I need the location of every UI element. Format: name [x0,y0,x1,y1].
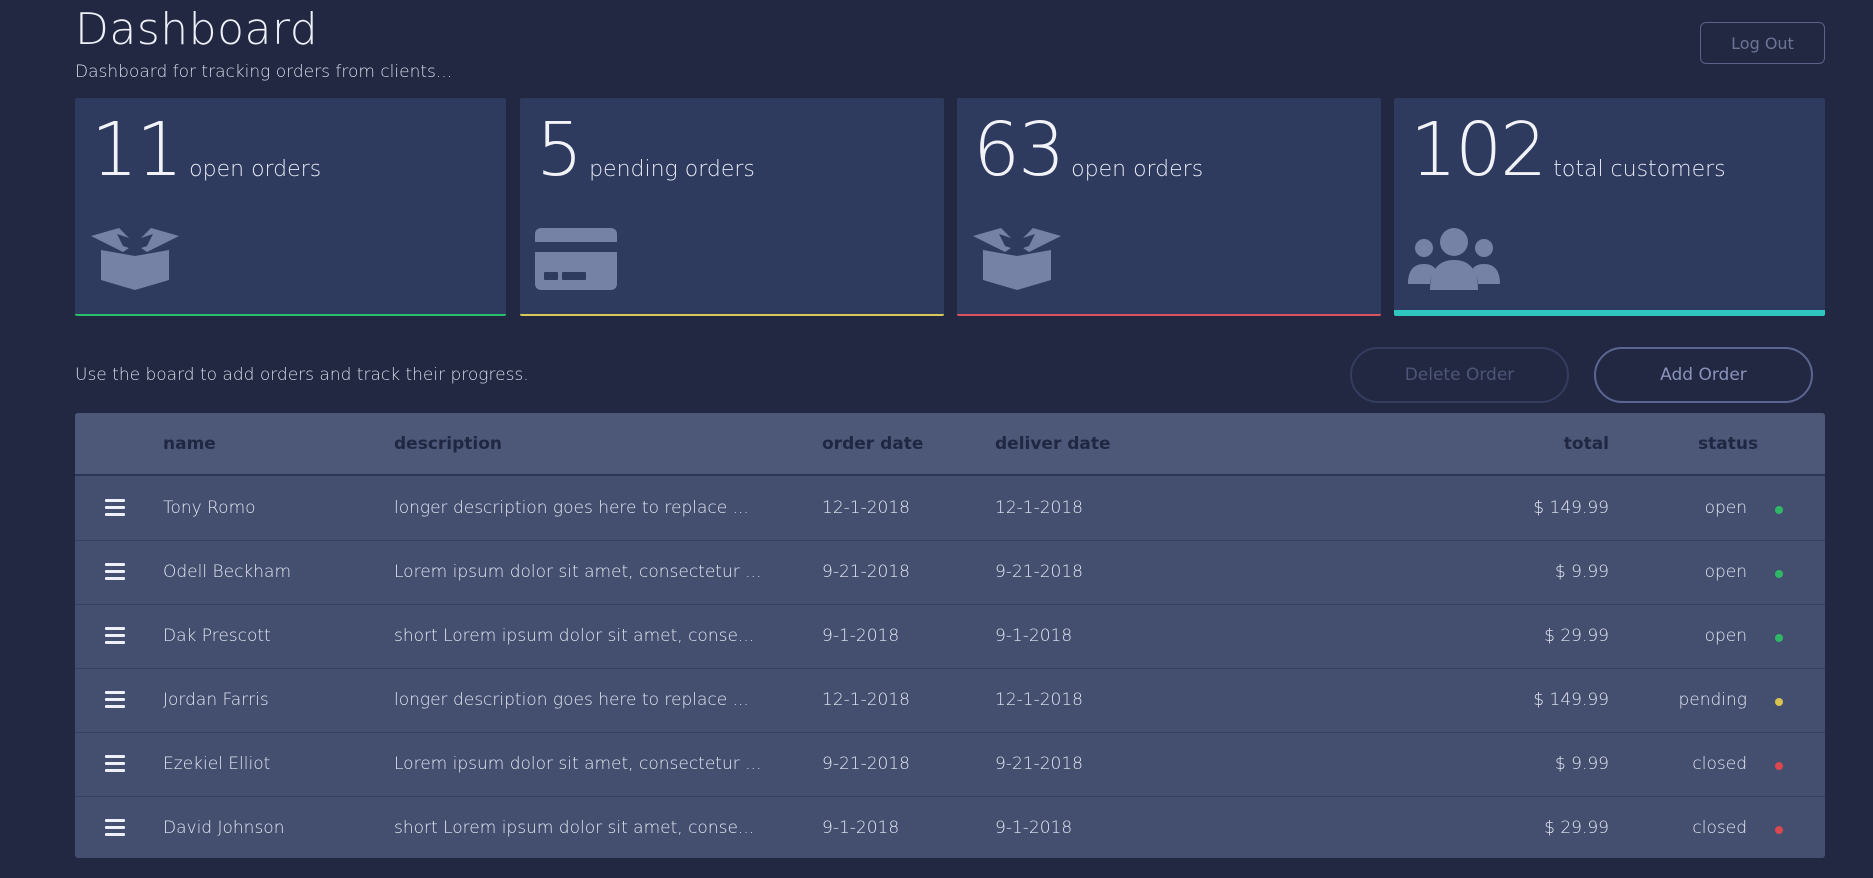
stat-number: 5 [536,107,583,193]
credit-card-icon [534,226,618,296]
cell-total: $ 29.99 [1544,818,1609,838]
table-header: name description order date total delive… [75,413,1825,476]
board-intro-text: Use the board to add orders and track th… [75,365,529,385]
cell-description: longer description goes here to replace … [394,690,749,710]
stats-cards: 11 open orders 5 pending orders 63 open … [75,98,1825,316]
page-title: Dashboard [75,4,319,55]
stat-card-total-customers: 102 total customers [1394,98,1825,316]
cell-name: Ezekiel Elliot [163,754,271,774]
cell-status: open [1704,562,1747,582]
cell-status: open [1704,498,1747,518]
accent-bar [520,314,944,316]
stat-label: open orders [189,157,322,182]
table-row[interactable]: Tony Romo longer description goes here to… [75,477,1825,541]
drag-handle-icon[interactable] [105,691,125,709]
cell-status: closed [1692,818,1747,838]
column-header-status[interactable]: status [1698,434,1758,454]
cell-deliver-date: 12-1-2018 [995,498,1083,518]
stat-number: 102 [1410,107,1547,193]
cell-deliver-date: 12-1-2018 [995,690,1083,710]
cell-name: Odell Beckham [163,562,292,582]
cell-name: Dak Prescott [163,626,271,646]
table-row[interactable]: Odell Beckham Lorem ipsum dolor sit amet,… [75,541,1825,605]
cell-order-date: 9-1-2018 [822,818,900,838]
box-open-icon [971,226,1063,296]
cell-deliver-date: 9-1-2018 [995,818,1073,838]
status-dot [1775,570,1783,578]
add-order-button[interactable]: Add Order [1594,347,1813,403]
cell-description: short Lorem ipsum dolor sit amet, conse.… [394,626,755,646]
cell-total: $ 9.99 [1554,754,1609,774]
accent-bar [1394,310,1825,316]
cell-description: Lorem ipsum dolor sit amet, consectetur … [394,754,762,774]
logout-button[interactable]: Log Out [1700,22,1825,64]
stat-number: 63 [973,107,1065,193]
status-dot [1775,634,1783,642]
stat-card-open-orders: 11 open orders [75,98,506,316]
drag-handle-icon[interactable] [105,627,125,645]
drag-handle-icon[interactable] [105,499,125,517]
cell-total: $ 29.99 [1544,626,1609,646]
cell-description: longer description goes here to replace … [394,498,749,518]
status-dot [1775,698,1783,706]
status-dot [1775,506,1783,514]
table-row[interactable]: Ezekiel Elliot Lorem ipsum dolor sit amet… [75,733,1825,797]
stat-label: open orders [1071,157,1204,182]
page-subtitle: Dashboard for tracking orders from clien… [75,62,453,82]
orders-table: name description order date total delive… [75,413,1825,858]
cell-name: Tony Romo [163,498,256,518]
status-dot [1775,762,1783,770]
column-header-name[interactable]: name [163,434,216,454]
cell-name: Jordan Farris [163,690,269,710]
cell-description: short Lorem ipsum dolor sit amet, conse.… [394,818,755,838]
column-header-order-date[interactable]: order date [822,434,923,454]
cell-deliver-date: 9-1-2018 [995,626,1073,646]
accent-bar [75,314,506,316]
drag-handle-icon[interactable] [105,563,125,581]
page-header: Dashboard Dashboard for tracking orders … [75,4,452,82]
stat-label: total customers [1553,157,1726,182]
cell-description: Lorem ipsum dolor sit amet, consectetur … [394,562,762,582]
stat-card-open-orders-2: 63 open orders [957,98,1381,316]
table-row[interactable]: Dak Prescott short Lorem ipsum dolor sit … [75,605,1825,669]
table-row[interactable]: David Johnson short Lorem ipsum dolor sit… [75,797,1825,858]
table-row[interactable]: Jordan Farris longer description goes her… [75,669,1825,733]
cell-status: open [1704,626,1747,646]
cell-status: closed [1692,754,1747,774]
drag-handle-icon[interactable] [105,755,125,773]
cell-order-date: 9-21-2018 [822,754,910,774]
column-header-total[interactable]: total [1489,434,1609,454]
cell-order-date: 9-21-2018 [822,562,910,582]
cell-order-date: 12-1-2018 [822,498,910,518]
drag-handle-icon[interactable] [105,819,125,837]
cell-order-date: 12-1-2018 [822,690,910,710]
stat-number: 11 [91,107,183,193]
column-header-description[interactable]: description [394,434,502,454]
stat-card-pending-orders: 5 pending orders [520,98,944,316]
users-icon [1408,226,1500,296]
status-dot [1775,826,1783,834]
delete-order-button[interactable]: Delete Order [1350,347,1569,403]
cell-total: $ 149.99 [1533,690,1609,710]
dashboard-page: Dashboard Dashboard for tracking orders … [0,0,1873,878]
column-header-deliver-date[interactable]: deliver date [995,434,1111,454]
cell-total: $ 9.99 [1554,562,1609,582]
cell-deliver-date: 9-21-2018 [995,754,1083,774]
cell-total: $ 149.99 [1533,498,1609,518]
cell-deliver-date: 9-21-2018 [995,562,1083,582]
cell-order-date: 9-1-2018 [822,626,900,646]
stat-label: pending orders [589,157,755,182]
box-open-icon [89,226,181,296]
cell-name: David Johnson [163,818,285,838]
cell-status: pending [1678,690,1747,710]
accent-bar [957,314,1381,316]
